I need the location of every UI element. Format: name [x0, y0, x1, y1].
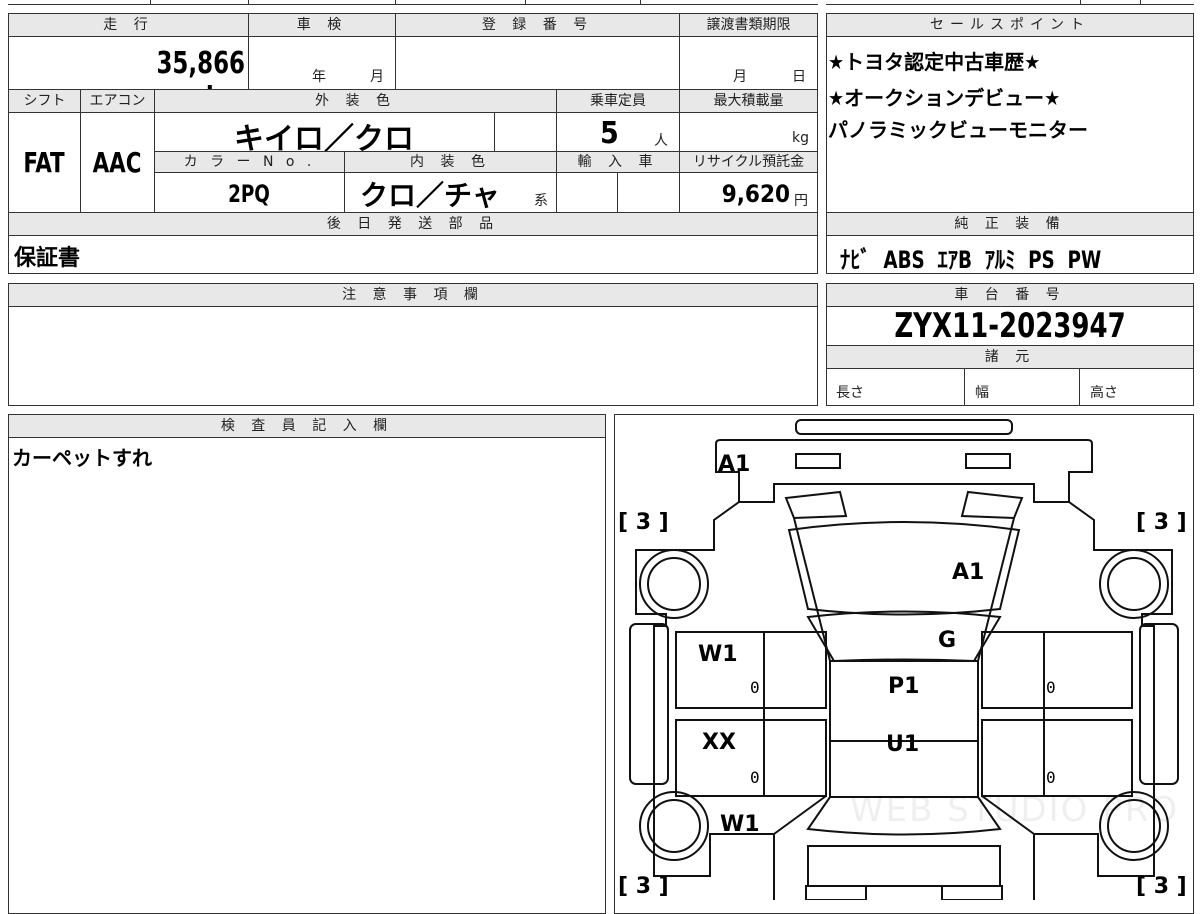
tire-rear-left: [ 3 ] — [618, 874, 669, 899]
max-load-unit: kg — [792, 130, 809, 146]
transfer-day: 日 — [792, 69, 806, 85]
recycle-value: 9,620 — [721, 180, 790, 208]
damage-roof-rear: U1 — [886, 732, 920, 757]
damage-windshield: G — [938, 628, 957, 653]
recycle-header: リサイクル預託金 — [679, 151, 818, 173]
zero-right-front: 0 — [1046, 678, 1056, 697]
shift-header: シフト — [8, 89, 81, 113]
aircon-header: エアコン — [80, 89, 155, 113]
spec-height: 高さ — [1090, 385, 1118, 401]
capacity-header: 乗車定員 — [556, 89, 680, 113]
spec-width: 幅 — [975, 385, 989, 401]
top-strip — [0, 0, 1200, 6]
inspector-header: 検 査 員 記 入 欄 — [8, 414, 606, 438]
mileage-header: 走 行 — [8, 13, 249, 37]
zero-right-rear: 0 — [1046, 768, 1056, 787]
damage-hood: A1 — [952, 560, 985, 585]
capacity-value: 5 — [600, 116, 619, 151]
registration-header: 登 録 番 号 — [395, 13, 680, 37]
damage-left-rear-fender: W1 — [720, 812, 760, 837]
capacity-unit: 人 — [654, 133, 668, 149]
shaken-header: 車 検 — [248, 13, 396, 37]
zero-left-rear: 0 — [750, 768, 760, 787]
color-no-value: 2PQ — [228, 180, 270, 208]
equipment-header: 純 正 装 備 — [826, 212, 1194, 236]
recycle-unit: 円 — [794, 193, 808, 209]
damage-left-rear-door: XX — [702, 730, 736, 755]
inspector-box — [8, 414, 606, 914]
shift-value: FAT — [23, 146, 65, 179]
tire-front-left: [ 3 ] — [618, 510, 669, 535]
transfer-docs-header: 譲渡書類期限 — [679, 13, 818, 37]
sales-points-header: セールスポイント — [826, 13, 1194, 37]
max-load-header: 最大積載量 — [679, 89, 818, 113]
chassis-header: 車 台 番 号 — [826, 283, 1194, 307]
interior-color-header: 内 装 色 — [344, 151, 557, 173]
exterior-color-header: 外 装 色 — [154, 89, 557, 113]
chassis-number: ZYX11-2023947 — [894, 306, 1126, 346]
shaken-year: 年 — [312, 69, 326, 85]
later-parts-value: 保証書 — [14, 246, 81, 271]
specs-header: 諸 元 — [826, 345, 1194, 369]
interior-color-value: クロ／チャ — [360, 179, 500, 212]
spec-length: 長さ — [836, 385, 864, 401]
tire-rear-right: [ 3 ] — [1136, 874, 1187, 899]
import-header: 輸 入 車 — [556, 151, 680, 173]
damage-left-front-door: W1 — [698, 642, 738, 667]
watermark: WEB STUDIO PRO — [850, 790, 1180, 830]
notes-header: 注 意 事 項 欄 — [8, 283, 818, 307]
damage-roof: P1 — [888, 674, 920, 699]
sales-point-2: ★オークションデビュー★ — [828, 86, 1061, 110]
color-no-header: カ ラ ー N o . — [154, 151, 345, 173]
sales-point-1: ★トヨタ認定中古車歴★ — [828, 50, 1041, 74]
damage-front-bumper: A1 — [718, 452, 751, 477]
interior-color-suffix: 系 — [534, 193, 548, 209]
transfer-month: 月 — [733, 69, 747, 85]
shaken-month: 月 — [370, 69, 384, 85]
equipment-value: ﾅﾋﾞ ABS ｴｱB ｱﾙﾐ PS PW — [840, 246, 1102, 274]
aircon-value: AAC — [92, 146, 142, 179]
later-parts-header: 後 日 発 送 部 品 — [8, 212, 818, 236]
zero-left-front: 0 — [750, 678, 760, 697]
inspector-comment: カーペットすれ — [12, 446, 152, 470]
sales-point-3: パノラミックビューモニター — [828, 118, 1088, 142]
tire-front-right: [ 3 ] — [1136, 510, 1187, 535]
